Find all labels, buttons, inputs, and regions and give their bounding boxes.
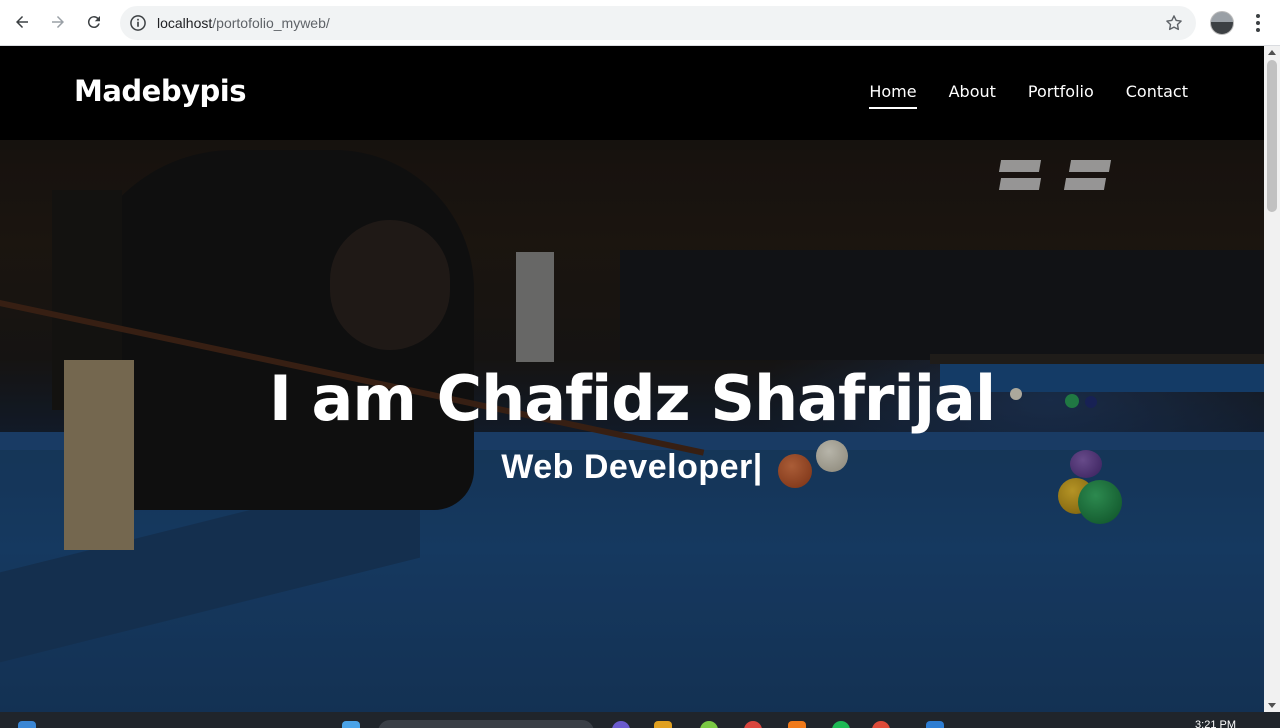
page-viewport: Madebypis Home About Portfolio Contact I… <box>0 46 1264 712</box>
url-path: /portofolio_myweb/ <box>212 15 330 31</box>
hero-section: I am Chafidz Shafrijal Web Developer| <box>0 140 1264 712</box>
arrow-left-icon <box>16 16 28 28</box>
scroll-down-icon[interactable] <box>1268 703 1276 708</box>
reload-button[interactable] <box>80 8 108 36</box>
nav-home[interactable]: Home <box>869 82 917 109</box>
clock[interactable]: 3:21 PM <box>1195 719 1236 728</box>
widgets-icon[interactable] <box>18 721 36 728</box>
arrow-right-icon <box>52 16 64 28</box>
file-explorer-icon[interactable] <box>654 721 672 728</box>
profile-avatar[interactable] <box>1210 11 1234 35</box>
nav-contact[interactable]: Contact <box>1126 82 1188 109</box>
app-icon[interactable] <box>744 721 762 728</box>
nav-portfolio[interactable]: Portfolio <box>1028 82 1094 109</box>
site-logo[interactable]: Madebypis <box>74 74 246 108</box>
app-icon[interactable] <box>700 721 718 728</box>
vscode-icon[interactable] <box>926 721 944 728</box>
url-text: localhost/portofolio_myweb/ <box>157 15 330 31</box>
hero-title: I am Chafidz Shafrijal <box>268 362 996 435</box>
forward-button[interactable] <box>44 8 72 36</box>
os-taskbar: 3:21 PM <box>0 712 1280 728</box>
scroll-up-icon[interactable] <box>1268 50 1276 55</box>
nav-about[interactable]: About <box>949 82 996 109</box>
page-scrollbar[interactable] <box>1264 46 1280 712</box>
taskbar-search[interactable] <box>378 720 594 728</box>
app-icon[interactable] <box>612 721 630 728</box>
start-icon[interactable] <box>342 721 360 728</box>
main-nav: Home About Portfolio Contact <box>869 82 1188 109</box>
app-icon[interactable] <box>788 721 806 728</box>
more-options-icon[interactable] <box>1248 12 1268 34</box>
reload-icon <box>87 16 100 29</box>
chrome-icon[interactable] <box>872 721 890 728</box>
scrollbar-thumb[interactable] <box>1267 60 1277 212</box>
back-button[interactable] <box>8 8 36 36</box>
hero-subtitle: Web Developer| <box>501 448 763 486</box>
site-header: Madebypis Home About Portfolio Contact <box>0 46 1264 140</box>
site-info-icon[interactable] <box>128 13 148 33</box>
bookmark-star-icon[interactable] <box>1164 13 1184 33</box>
browser-toolbar: localhost/portofolio_myweb/ <box>0 0 1280 46</box>
url-host: localhost <box>157 15 213 31</box>
address-bar[interactable]: localhost/portofolio_myweb/ <box>120 6 1196 40</box>
spotify-icon[interactable] <box>832 721 850 728</box>
